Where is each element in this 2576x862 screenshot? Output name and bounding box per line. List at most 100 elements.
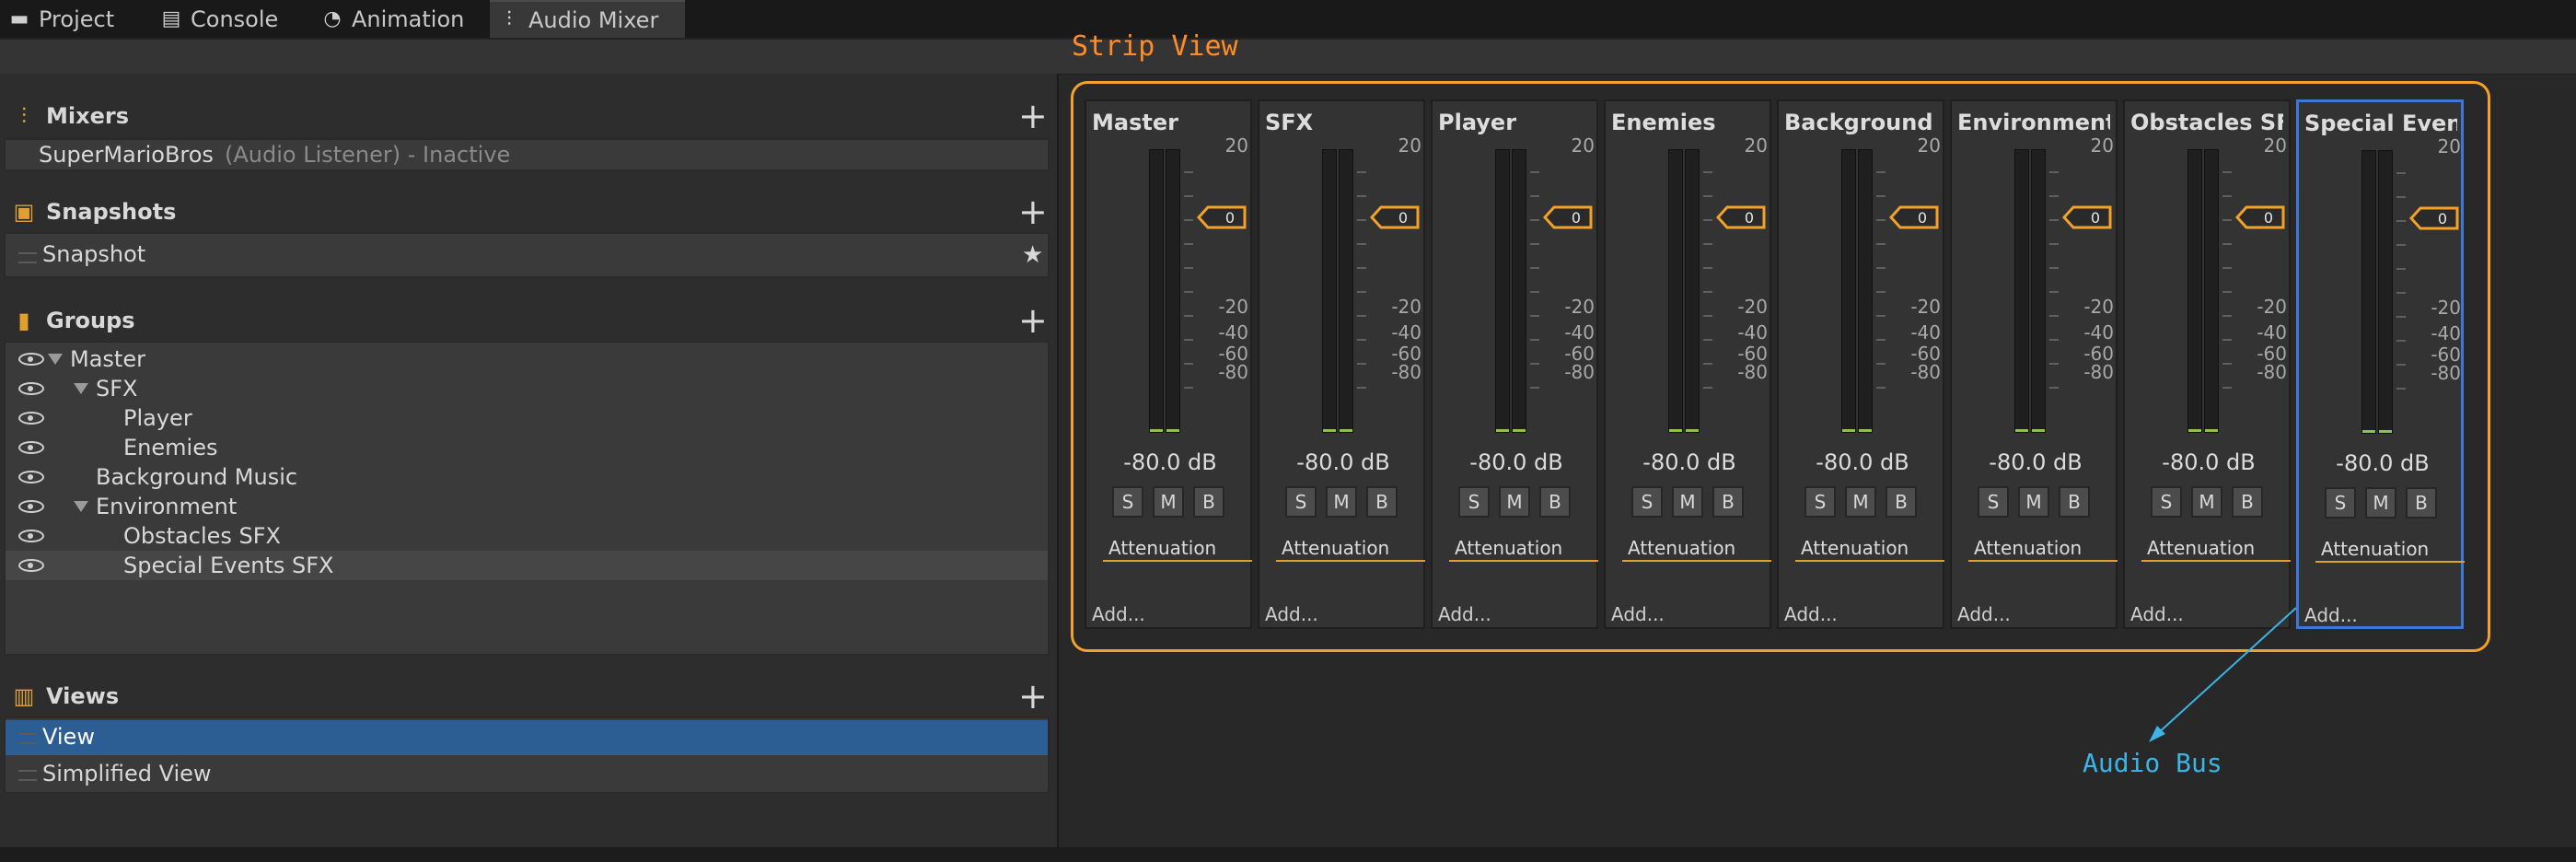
db-minor-tick bbox=[1184, 315, 1193, 317]
tab-console[interactable]: ▤ Console bbox=[152, 0, 308, 38]
group-row-sfx[interactable]: SFX bbox=[6, 374, 1048, 403]
group-row-enemies[interactable]: Enemies bbox=[6, 433, 1048, 462]
eye-icon[interactable] bbox=[18, 412, 44, 425]
eye-icon[interactable] bbox=[18, 441, 44, 454]
channel-strip[interactable]: Environment 20 -20 -40 -60 -80 0 -80.0 dB S M B A… bbox=[1950, 99, 2118, 629]
group-row-background-music[interactable]: Background Music bbox=[6, 462, 1048, 492]
db-tick-label: -20 bbox=[1737, 296, 1768, 318]
bypass-button[interactable]: B bbox=[1539, 486, 1571, 518]
star-icon[interactable]: ★ bbox=[1022, 241, 1043, 269]
mute-button[interactable]: M bbox=[1499, 486, 1530, 518]
mute-button[interactable]: M bbox=[1153, 486, 1184, 518]
db-minor-tick bbox=[2049, 387, 2059, 389]
add-snapshot-button[interactable]: + bbox=[1018, 194, 1048, 229]
eye-icon[interactable] bbox=[18, 530, 44, 542]
add-group-button[interactable]: + bbox=[1018, 303, 1048, 338]
bypass-button[interactable]: B bbox=[2059, 486, 2090, 518]
add-effect-button[interactable]: Add... bbox=[1438, 603, 1491, 625]
expand-triangle-icon[interactable] bbox=[74, 501, 88, 512]
mixer-row[interactable]: SuperMarioBros (Audio Listener) - Inacti… bbox=[4, 138, 1050, 171]
tab-audio-mixer[interactable]: ⫶ Audio Mixer bbox=[490, 0, 685, 38]
attenuation-effect[interactable]: Attenuation bbox=[1276, 534, 1425, 562]
expand-triangle-icon[interactable] bbox=[74, 383, 88, 394]
solo-button[interactable]: S bbox=[1458, 486, 1490, 518]
drag-handle-icon[interactable] bbox=[18, 733, 37, 744]
volume-fader-handle[interactable]: 0 bbox=[2409, 206, 2459, 230]
eye-icon[interactable] bbox=[18, 382, 44, 395]
expand-triangle-icon[interactable] bbox=[48, 354, 63, 365]
channel-strip[interactable]: Player 20 -20 -40 -60 -80 0 -80.0 dB S M B Attenu… bbox=[1431, 99, 1598, 629]
db-tick-label: 20 bbox=[1571, 134, 1595, 157]
solo-button[interactable]: S bbox=[1285, 486, 1317, 518]
volume-fader-handle[interactable]: 0 bbox=[2062, 205, 2112, 229]
bypass-button[interactable]: B bbox=[1712, 486, 1744, 518]
volume-fader-handle[interactable]: 0 bbox=[1370, 205, 1420, 229]
snapshot-row[interactable]: Snapshot ★ bbox=[4, 232, 1050, 278]
mute-button[interactable]: M bbox=[2365, 487, 2396, 518]
bypass-button[interactable]: B bbox=[2232, 486, 2263, 518]
add-effect-button[interactable]: Add... bbox=[1611, 603, 1665, 625]
view-row-view[interactable]: View bbox=[6, 720, 1048, 755]
bypass-button[interactable]: B bbox=[1886, 486, 1917, 518]
attenuation-effect[interactable]: Attenuation bbox=[1622, 534, 1771, 562]
attenuation-effect[interactable]: Attenuation bbox=[1795, 534, 1944, 562]
group-row-player[interactable]: Player bbox=[6, 403, 1048, 433]
channel-strip[interactable]: Background M20-20-40-60-80 0 -80.0 dBSMB… bbox=[1777, 99, 1944, 629]
eye-icon[interactable] bbox=[18, 471, 44, 483]
drag-handle-icon[interactable] bbox=[18, 252, 37, 263]
bypass-button[interactable]: B bbox=[1366, 486, 1398, 518]
attenuation-effect[interactable]: Attenuation bbox=[1968, 534, 2118, 562]
add-mixer-button[interactable]: + bbox=[1018, 99, 1048, 134]
views-list: View Simplified View bbox=[4, 716, 1050, 794]
volume-fader-handle[interactable]: 0 bbox=[1197, 205, 1247, 229]
tab-project[interactable]: ▬ Project bbox=[0, 0, 147, 38]
mute-button[interactable]: M bbox=[1845, 486, 1876, 518]
solo-button[interactable]: S bbox=[2151, 486, 2182, 518]
add-effect-button[interactable]: Add... bbox=[1957, 603, 2011, 625]
eye-icon[interactable] bbox=[18, 500, 44, 513]
add-effect-button[interactable]: Add... bbox=[1784, 603, 1838, 625]
bypass-button[interactable]: B bbox=[2406, 487, 2437, 518]
volume-fader-handle[interactable]: 0 bbox=[1716, 205, 1766, 229]
group-row-environment[interactable]: Environment bbox=[6, 492, 1048, 521]
tab-animation[interactable]: ◔ Animation bbox=[313, 0, 488, 38]
solo-button[interactable]: S bbox=[1804, 486, 1836, 518]
volume-fader-handle[interactable]: 0 bbox=[2235, 205, 2285, 229]
view-row-simplified[interactable]: Simplified View bbox=[6, 757, 1048, 792]
eye-icon[interactable] bbox=[18, 353, 44, 366]
solo-button[interactable]: S bbox=[1112, 486, 1143, 518]
db-minor-tick bbox=[1357, 267, 1366, 269]
channel-strip[interactable]: Enemies 20 -20 -40 -60 -80 0 -80.0 dB S M B Atten… bbox=[1604, 99, 1771, 629]
solo-button[interactable]: S bbox=[1978, 486, 2009, 518]
group-row-special-events-sfx[interactable]: Special Events SFX bbox=[6, 551, 1048, 580]
attenuation-effect[interactable]: Attenuation bbox=[2315, 535, 2465, 563]
solo-button[interactable]: S bbox=[2325, 487, 2356, 518]
mute-button[interactable]: M bbox=[2018, 486, 2049, 518]
group-row-obstacles-sfx[interactable]: Obstacles SFX bbox=[6, 521, 1048, 551]
volume-fader-handle[interactable]: 0 bbox=[1543, 205, 1593, 229]
channel-strip[interactable]: Obstacles SFX20-20-40-60-80 0 -80.0 dBSM… bbox=[2123, 99, 2291, 629]
attenuation-effect[interactable]: Attenuation bbox=[2141, 534, 2291, 562]
mute-button[interactable]: M bbox=[1326, 486, 1357, 518]
add-effect-button[interactable]: Add... bbox=[1265, 603, 1318, 625]
group-row-master[interactable]: Master bbox=[6, 344, 1048, 374]
tab-label: Audio Mixer bbox=[528, 6, 659, 33]
volume-fader-handle[interactable]: 0 bbox=[1889, 205, 1939, 229]
add-effect-button[interactable]: Add... bbox=[1092, 603, 1145, 625]
channel-strip[interactable]: Master 20 -20 -40 -60 -80 0 -80.0 dB S M B Attenu… bbox=[1085, 99, 1252, 629]
mute-button[interactable]: M bbox=[1672, 486, 1703, 518]
add-view-button[interactable]: + bbox=[1018, 679, 1048, 714]
attenuation-effect[interactable]: Attenuation bbox=[1103, 534, 1252, 562]
bypass-button[interactable]: B bbox=[1193, 486, 1224, 518]
mute-button[interactable]: M bbox=[2191, 486, 2222, 518]
channel-strip[interactable]: Special Events20-20-40-60-80 0 -80.0 dBS… bbox=[2296, 99, 2465, 629]
db-minor-tick bbox=[1184, 363, 1193, 365]
level-meter-left bbox=[2361, 150, 2376, 434]
group-label: Enemies bbox=[123, 435, 218, 460]
db-readout: -80.0 dB bbox=[1816, 449, 1909, 475]
drag-handle-icon[interactable] bbox=[18, 770, 37, 781]
solo-button[interactable]: S bbox=[1631, 486, 1663, 518]
attenuation-effect[interactable]: Attenuation bbox=[1449, 534, 1598, 562]
eye-icon[interactable] bbox=[18, 559, 44, 572]
channel-strip[interactable]: SFX 20 -20 -40 -60 -80 0 -80.0 dB S M B Attenuati… bbox=[1258, 99, 1425, 629]
